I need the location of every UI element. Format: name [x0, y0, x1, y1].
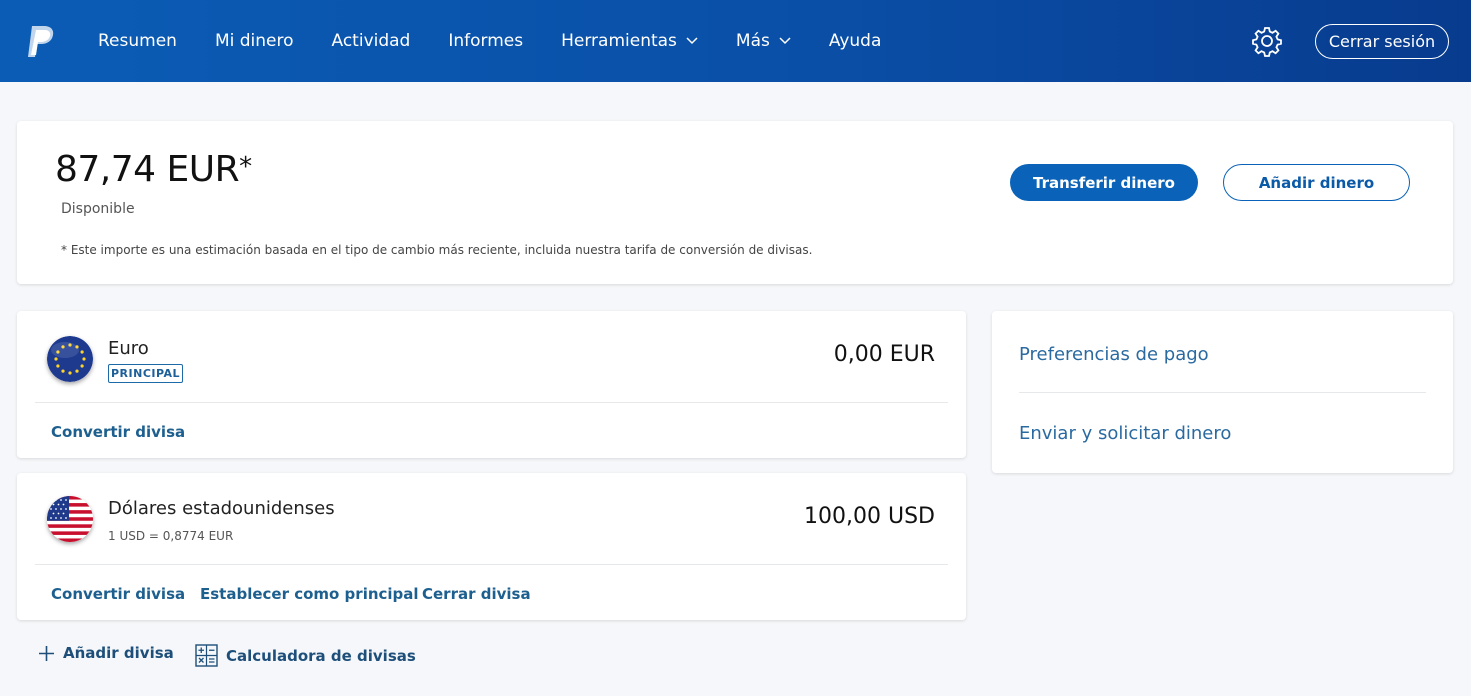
nav-label: Mi dinero: [214, 31, 294, 51]
top-navigation-bar: Resumen Mi dinero Actividad Informes Her…: [0, 0, 1471, 82]
currency-card-eur: Euro PRINCIPAL 0,00 EUR Convertir divisa: [17, 311, 966, 458]
card-divider: [35, 564, 948, 565]
currency-card-usd: Dólares estadounidenses 1 USD = 0,8774 E…: [17, 473, 966, 620]
paypal-logo-icon[interactable]: [24, 24, 56, 60]
currency-name: Euro: [108, 338, 149, 359]
add-currency-button[interactable]: Añadir divisa: [38, 644, 174, 662]
nav-item-mi-dinero[interactable]: Mi dinero: [215, 31, 294, 51]
nav-item-resumen[interactable]: Resumen: [98, 31, 177, 51]
nav-item-actividad[interactable]: Actividad: [332, 31, 411, 51]
primary-badge: PRINCIPAL: [108, 364, 184, 383]
convert-currency-link[interactable]: Convertir divisa: [51, 585, 185, 603]
transfer-money-button[interactable]: Transferir dinero: [1010, 164, 1198, 201]
us-flag-icon: [47, 496, 93, 542]
nav-label: Más: [735, 31, 770, 51]
nav-item-mas[interactable]: Más: [736, 31, 791, 51]
nav-label: Resumen: [98, 31, 177, 51]
balance-card: 87,74 EUR* Disponible * Este importe es …: [17, 121, 1453, 284]
currency-amount: 0,00 EUR: [833, 342, 935, 367]
chevron-down-icon: [779, 37, 791, 45]
nav-label: Herramientas: [561, 31, 677, 51]
currency-calculator-button[interactable]: Calculadora de divisas: [195, 644, 416, 667]
main-nav: Resumen Mi dinero Actividad Informes Her…: [98, 0, 919, 82]
send-request-money-link[interactable]: Enviar y solicitar dinero: [1019, 423, 1231, 444]
balance-asterisk: *: [239, 152, 252, 182]
calculator-icon: [195, 644, 218, 667]
card-divider: [35, 402, 948, 403]
nav-label: Ayuda: [828, 31, 882, 51]
gear-icon[interactable]: [1251, 25, 1283, 57]
exchange-rate: 1 USD = 0,8774 EUR: [108, 529, 234, 543]
nav-item-ayuda[interactable]: Ayuda: [829, 31, 882, 51]
side-links-card: Preferencias de pago Enviar y solicitar …: [992, 311, 1453, 473]
balance-amount: 87,74 EUR*: [55, 149, 252, 190]
set-primary-link[interactable]: Establecer como principal: [200, 585, 419, 603]
chevron-down-icon: [686, 37, 698, 45]
currency-calculator-label: Calculadora de divisas: [226, 646, 416, 665]
currency-amount: 100,00 USD: [804, 504, 935, 529]
convert-currency-link[interactable]: Convertir divisa: [51, 423, 185, 441]
plus-icon: [39, 645, 54, 661]
add-currency-label: Añadir divisa: [63, 644, 174, 662]
nav-item-informes[interactable]: Informes: [448, 31, 523, 51]
balance-label: Disponible: [61, 201, 135, 217]
currency-name: Dólares estadounidenses: [108, 498, 335, 519]
add-money-button[interactable]: Añadir dinero: [1223, 164, 1410, 201]
nav-label: Actividad: [331, 31, 411, 51]
eu-flag-icon: [47, 336, 93, 382]
nav-item-herramientas[interactable]: Herramientas: [561, 31, 698, 51]
exchange-note: * Este importe es una estimación basada …: [61, 243, 813, 257]
logout-button[interactable]: Cerrar sesión: [1315, 24, 1449, 59]
card-divider: [1019, 392, 1426, 393]
nav-label: Informes: [448, 31, 524, 51]
balance-value: 87,74 EUR: [55, 149, 240, 190]
close-currency-link[interactable]: Cerrar divisa: [422, 585, 531, 603]
payment-preferences-link[interactable]: Preferencias de pago: [1019, 344, 1209, 365]
